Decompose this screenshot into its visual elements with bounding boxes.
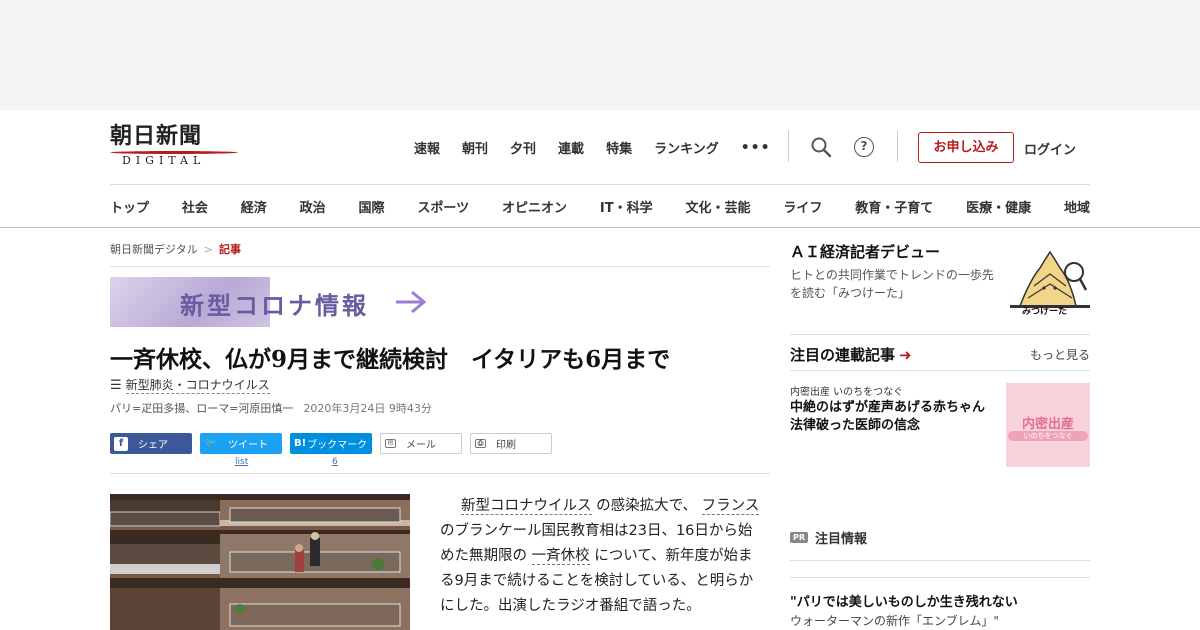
featured-series-label: 注目の連載記事 — [790, 346, 896, 364]
series-headline[interactable]: 中絶のはずが産声あげる赤ちゃん 法律破った医師の信念 — [790, 399, 998, 435]
divider — [790, 370, 1090, 371]
divider — [110, 473, 770, 474]
print-button[interactable]: ⎙ 印刷 — [470, 433, 552, 454]
pr-section-heading: PR 注目情報 — [790, 528, 867, 547]
divider — [788, 130, 789, 162]
cat-life[interactable]: ライフ — [783, 197, 822, 216]
mail-icon: ✉ — [385, 439, 396, 448]
nav-yukan[interactable]: 夕刊 — [510, 138, 536, 157]
login-button[interactable]: ログイン — [1024, 139, 1076, 158]
nav-rensai[interactable]: 連載 — [558, 138, 584, 157]
article-tag[interactable]: ☰ 新型肺炎・コロナウイルス — [110, 376, 270, 394]
twitter-icon: 🐦 — [204, 437, 218, 449]
facebook-share-button[interactable]: f シェア — [110, 433, 192, 454]
logo-en: DIGITAL — [122, 154, 206, 167]
logo-jp: 朝日新聞 — [110, 123, 203, 149]
pr-description[interactable]: ウォーターマンの新作「エンブレム」" — [790, 612, 999, 629]
nav-tokushu[interactable]: 特集 — [606, 138, 632, 157]
breadcrumb: 朝日新聞デジタル > 記事 — [110, 241, 241, 257]
nav-sokuho[interactable]: 速報 — [414, 138, 440, 157]
article-headline: 一斉休校、仏が9月まで継続検討 イタリアも6月まで — [110, 346, 671, 373]
facebook-icon: f — [114, 436, 128, 451]
twitter-share-label: ツイート — [228, 440, 268, 451]
pr-badge: PR — [790, 532, 809, 543]
link-france[interactable]: フランス — [701, 498, 760, 515]
print-icon: ⎙ — [475, 439, 486, 448]
see-more-link[interactable]: もっと見る — [1030, 346, 1090, 363]
article-byline: パリ=疋田多揚、ローマ=河原田慎一 2020年3月24日 9時43分 — [110, 400, 432, 416]
ad-banner-area — [0, 0, 1200, 110]
mail-share-button[interactable]: ✉ メール — [380, 433, 462, 454]
corona-banner-label: 新型コロナ情報 — [180, 292, 369, 320]
arrow-right-icon: ➜ — [899, 345, 912, 364]
series-thumbnail[interactable]: 内密出産 いのちをつなぐ — [1006, 383, 1090, 467]
cat-health[interactable]: 医療・健康 — [966, 197, 1031, 216]
pr-section-label: 注目情報 — [815, 532, 868, 547]
site-header: 朝日新聞 DIGITAL 速報 朝刊 夕刊 連載 特集 ランキング ••• ? … — [0, 110, 1200, 228]
cat-sports[interactable]: スポーツ — [417, 197, 469, 216]
divider — [790, 334, 1090, 335]
cat-international[interactable]: 国際 — [359, 197, 385, 216]
breadcrumb-separator: > — [203, 243, 213, 256]
cat-top[interactable]: トップ — [110, 197, 149, 216]
article-photo[interactable] — [110, 494, 410, 630]
facebook-share-label: シェア — [138, 440, 168, 451]
featured-series-heading[interactable]: 注目の連載記事 ➜ — [790, 344, 912, 365]
mascot-label: みつけーた — [1022, 307, 1068, 317]
nav-choukan[interactable]: 朝刊 — [462, 138, 488, 157]
cat-opinion[interactable]: オピニオン — [502, 197, 567, 216]
cat-society[interactable]: 社会 — [182, 197, 208, 216]
print-label: 印刷 — [496, 440, 516, 451]
breadcrumb-home[interactable]: 朝日新聞デジタル — [110, 243, 198, 256]
nav-ranking[interactable]: ランキング — [654, 138, 719, 157]
help-icon[interactable]: ? — [854, 137, 874, 157]
breadcrumb-current: 記事 — [219, 243, 241, 256]
ai-promo-description[interactable]: ヒトとの共同作業でトレンドの一歩先を読む「みつけーた」 — [790, 266, 1005, 302]
apartment-balconies-image — [110, 494, 410, 630]
hatena-icon: B! — [294, 437, 307, 449]
arrow-right-icon — [396, 290, 427, 314]
hatena-bookmark-button[interactable]: B! ブックマーク — [290, 433, 372, 454]
pr-title[interactable]: "パリでは美しいものしか生き残れない — [790, 591, 1018, 610]
hatena-bookmark-label: ブックマーク — [307, 440, 368, 451]
article-body: 新型コロナウイルス の感染拡大で、 フランス のブランケール国民教育相は23日、… — [440, 494, 760, 619]
search-icon[interactable] — [810, 136, 832, 158]
series-thumbnail-title: 内密出産 — [1021, 417, 1074, 432]
cat-economy[interactable]: 経済 — [241, 197, 267, 216]
apply-button[interactable]: お申し込み — [918, 132, 1014, 163]
cat-culture[interactable]: 文化・芸能 — [685, 197, 750, 216]
twitter-share-button[interactable]: 🐦 ツイート — [200, 433, 282, 454]
divider — [790, 577, 1090, 578]
ai-promo-title[interactable]: ＡＩ経済記者デビュー — [790, 241, 940, 262]
header-divider — [110, 184, 1090, 185]
divider — [110, 266, 770, 267]
author: パリ=疋田多揚、ローマ=河原田慎一 — [110, 402, 294, 415]
link-corona[interactable]: 新型コロナウイルス — [461, 498, 592, 515]
hatena-count[interactable]: 6 — [332, 457, 338, 467]
twitter-count[interactable]: list — [235, 457, 248, 467]
cat-it-science[interactable]: IT・科学 — [600, 197, 653, 216]
cat-politics[interactable]: 政治 — [300, 197, 326, 216]
sidebar: ＡＩ経済記者デビュー ヒトとの共同作業でトレンドの一歩先を読む「みつけーた」 み… — [790, 228, 1090, 630]
link-school-closure[interactable]: 一斉休校 — [531, 548, 590, 565]
cat-education[interactable]: 教育・子育て — [855, 197, 933, 216]
list-icon: ☰ — [110, 377, 122, 393]
mail-share-label: メール — [406, 440, 436, 451]
series-thumbnail-subtitle: いのちをつなぐ — [1008, 431, 1088, 441]
publish-date: 2020年3月24日 9時43分 — [303, 402, 432, 415]
category-nav: トップ 社会 経済 政治 国際 スポーツ オピニオン IT・科学 文化・芸能 ラ… — [110, 197, 1090, 216]
tag-label: 新型肺炎・コロナウイルス — [125, 378, 270, 394]
body-text: の感染拡大で、 — [596, 498, 698, 514]
corona-info-banner[interactable]: 新型コロナ情報 — [110, 277, 430, 327]
more-menu-icon[interactable]: ••• — [741, 140, 771, 156]
site-logo[interactable]: 朝日新聞 DIGITAL — [110, 124, 240, 170]
divider — [790, 560, 1090, 561]
divider — [897, 130, 898, 162]
series-kicker[interactable]: 内密出産 いのちをつなぐ — [790, 383, 903, 398]
cat-local[interactable]: 地域 — [1064, 197, 1090, 216]
top-nav: 速報 朝刊 夕刊 連載 特集 ランキング ••• — [414, 138, 771, 158]
